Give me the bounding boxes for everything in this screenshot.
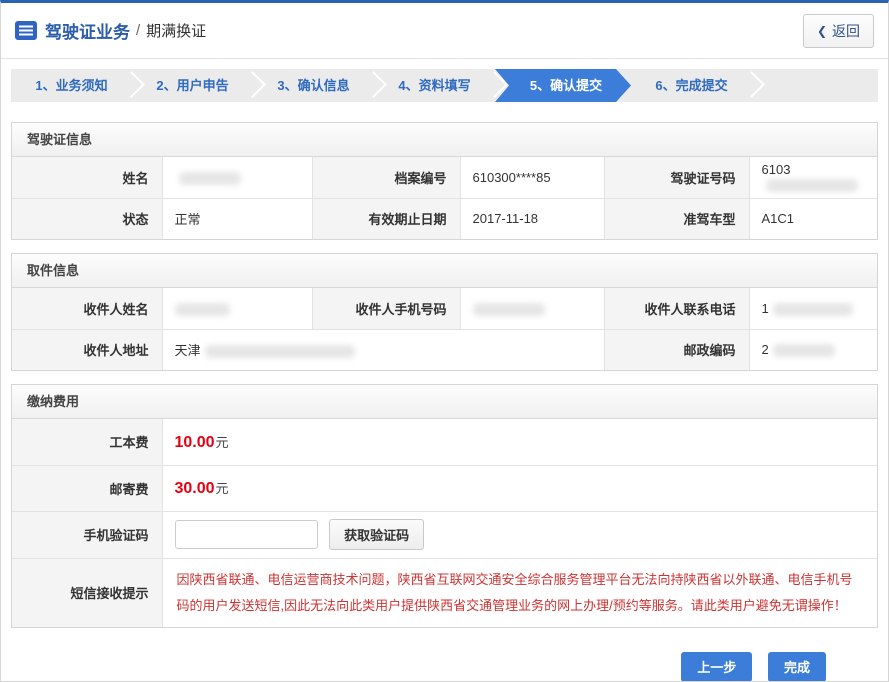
step-wizard: 1、业务须知 2、用户申告 3、确认信息 4、资料填写 5、确认提交 6、完成提… xyxy=(11,69,878,102)
field-label-sms-code: 手机验证码 xyxy=(12,511,162,558)
field-value-recipient-name xyxy=(162,288,312,329)
field-value-vehicle-class: A1C1 xyxy=(749,198,877,239)
field-value-license-no: 6103 xyxy=(749,157,877,198)
table-row: 短信接收提示 因陕西省联通、电信运营商技术问题，陕西省互联网交通安全综合服务管理… xyxy=(12,558,877,627)
table-row: 邮寄费 30.00元 xyxy=(12,465,877,511)
section-title: 缴纳费用 xyxy=(12,385,877,419)
fee-unit: 元 xyxy=(216,435,229,450)
field-label-status: 状态 xyxy=(12,198,162,239)
sms-code-input[interactable] xyxy=(175,520,318,549)
redacted-value xyxy=(766,179,858,192)
table-row: 收件人姓名 收件人手机号码 收件人联系电话 1 xyxy=(12,288,877,329)
previous-step-button[interactable]: 上一步 xyxy=(681,652,752,682)
field-label-license-no: 驾驶证号码 xyxy=(604,157,749,198)
field-value-valid-until: 2017-11-18 xyxy=(460,198,604,239)
pickup-info-table: 收件人姓名 收件人手机号码 收件人联系电话 1 收件人地址 天津 邮政编码 2 xyxy=(12,288,877,370)
field-value-recipient-phone: 1 xyxy=(749,288,877,329)
field-value-license-fee: 10.00元 xyxy=(162,419,877,465)
fees-table: 工本费 10.00元 邮寄费 30.00元 手机验证码 获取验证码 短信接收提 xyxy=(12,419,877,627)
field-value-status: 正常 xyxy=(162,198,312,239)
step-label: 3、确认信息 xyxy=(277,78,349,93)
value-text: 1 xyxy=(762,301,769,316)
fee-amount: 10.00 xyxy=(175,434,215,451)
value-text: 2 xyxy=(762,342,769,357)
step-label: 5、确认提交 xyxy=(530,78,602,93)
step-separator-icon xyxy=(738,71,765,98)
fee-unit: 元 xyxy=(216,481,229,496)
breadcrumb-divider: / xyxy=(136,22,140,39)
field-value-mail-fee: 30.00元 xyxy=(162,465,877,511)
step-label: 6、完成提交 xyxy=(655,78,727,93)
table-row: 工本费 10.00元 xyxy=(12,419,877,465)
table-row: 状态 正常 有效期止日期 2017-11-18 准驾车型 A1C1 xyxy=(12,198,877,239)
field-value-recipient-address: 天津 xyxy=(162,329,604,370)
step-1-business-notice[interactable]: 1、业务须知 xyxy=(11,69,132,102)
back-chevron-icon: ❮ xyxy=(817,24,827,38)
section-pickup-info: 取件信息 收件人姓名 收件人手机号码 收件人联系电话 1 收件人地址 天津 邮政… xyxy=(11,253,878,371)
table-row: 手机验证码 获取验证码 xyxy=(12,511,877,558)
field-sms-code: 获取验证码 xyxy=(162,511,877,558)
field-value-postal-code: 2 xyxy=(749,329,877,370)
value-text: 6103 xyxy=(762,162,791,177)
value-text: 天津 xyxy=(175,343,201,358)
field-value-name xyxy=(162,157,312,198)
finish-button[interactable]: 完成 xyxy=(768,652,826,682)
breadcrumb-current: 期满换证 xyxy=(146,20,206,41)
field-label-recipient-phone: 收件人联系电话 xyxy=(604,288,749,329)
field-label-mail-fee: 邮寄费 xyxy=(12,465,162,511)
field-label-valid-until: 有效期止日期 xyxy=(312,198,460,239)
get-sms-code-button[interactable]: 获取验证码 xyxy=(329,519,424,550)
field-label-postal-code: 邮政编码 xyxy=(604,329,749,370)
step-label: 4、资料填写 xyxy=(398,78,470,93)
page-title: 驾驶证业务 xyxy=(45,18,130,43)
sms-notice-text: 因陕西省联通、电信运营商技术问题，陕西省互联网交通安全综合服务管理平台无法向持陕… xyxy=(162,558,877,627)
field-value-file-no: 610300****85 xyxy=(460,157,604,198)
step-label: 2、用户申告 xyxy=(156,78,228,93)
page: 驾驶证业务 / 期满换证 ❮ 返回 1、业务须知 2、用户申告 3、确认信息 4… xyxy=(0,0,889,682)
step-2-user-declaration[interactable]: 2、用户申告 xyxy=(132,69,253,102)
redacted-value xyxy=(773,344,835,357)
field-label-vehicle-class: 准驾车型 xyxy=(604,198,749,239)
table-row: 收件人地址 天津 邮政编码 2 xyxy=(12,329,877,370)
fee-amount: 30.00 xyxy=(175,480,215,497)
license-info-table: 姓名 档案编号 610300****85 驾驶证号码 6103 状态 正常 有效… xyxy=(12,157,877,239)
footer-actions: 上一步 完成 xyxy=(1,628,888,682)
section-title: 驾驶证信息 xyxy=(12,123,877,157)
field-label-name: 姓名 xyxy=(12,157,162,198)
page-header: 驾驶证业务 / 期满换证 ❮ 返回 xyxy=(1,3,888,59)
section-title: 取件信息 xyxy=(12,254,877,288)
redacted-value xyxy=(175,303,230,316)
redacted-value xyxy=(773,303,853,316)
table-row: 姓名 档案编号 610300****85 驾驶证号码 6103 xyxy=(12,157,877,198)
step-4-fill-materials[interactable]: 4、资料填写 xyxy=(374,69,495,102)
redacted-value xyxy=(473,303,545,316)
back-button-label: 返回 xyxy=(832,21,860,41)
field-label-sms-notice: 短信接收提示 xyxy=(12,558,162,627)
form-list-icon xyxy=(15,21,37,40)
step-label: 1、业务须知 xyxy=(35,78,107,93)
field-label-file-no: 档案编号 xyxy=(312,157,460,198)
step-6-complete-submit[interactable]: 6、完成提交 xyxy=(631,69,752,102)
section-fees: 缴纳费用 工本费 10.00元 邮寄费 30.00元 手机验证码 获取验证码 xyxy=(11,384,878,628)
step-3-confirm-info[interactable]: 3、确认信息 xyxy=(253,69,374,102)
field-label-recipient-address: 收件人地址 xyxy=(12,329,162,370)
field-label-recipient-mobile: 收件人手机号码 xyxy=(312,288,460,329)
field-value-recipient-mobile xyxy=(460,288,604,329)
back-button[interactable]: ❮ 返回 xyxy=(803,14,874,48)
step-5-confirm-submit-active[interactable]: 5、确认提交 xyxy=(495,69,631,102)
redacted-value xyxy=(179,172,241,185)
redacted-value xyxy=(205,345,355,358)
field-label-license-fee: 工本费 xyxy=(12,419,162,465)
field-label-recipient-name: 收件人姓名 xyxy=(12,288,162,329)
section-license-info: 驾驶证信息 姓名 档案编号 610300****85 驾驶证号码 6103 状态… xyxy=(11,122,878,240)
